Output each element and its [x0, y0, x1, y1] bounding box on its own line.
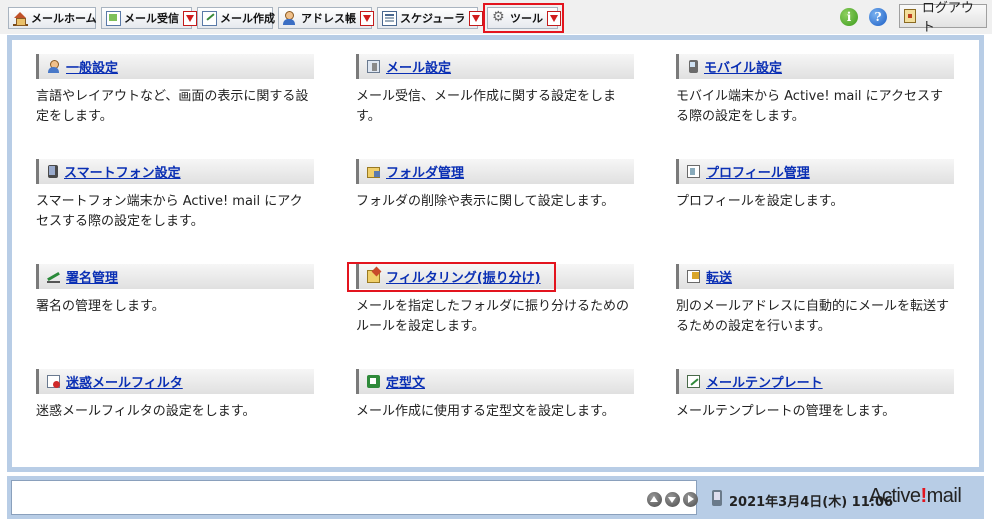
- tile-description: 迷惑メールフィルタの設定をします。: [36, 404, 256, 419]
- tools-highlight-frame: [483, 3, 564, 33]
- tile-header: 一般設定: [36, 54, 314, 79]
- tile-header: メールテンプレート: [676, 369, 954, 394]
- mail-compose-button[interactable]: メール作成: [197, 7, 275, 29]
- mail-template-link[interactable]: メールテンプレート: [706, 372, 823, 391]
- profile-icon: [687, 165, 700, 178]
- mobile-settings-link[interactable]: モバイル設定: [704, 57, 782, 76]
- tile-smartphone-settings: スマートフォン設定 スマートフォン端末から Active! mail にアクセス…: [36, 159, 314, 232]
- spam-filter-icon: [47, 375, 60, 388]
- address-book-dropdown-icon[interactable]: [360, 10, 374, 26]
- fixed-phrases-link[interactable]: 定型文: [386, 372, 425, 391]
- tile-header: プロフィール管理: [676, 159, 954, 184]
- tile-description: プロフィールを設定します。: [676, 194, 844, 209]
- tile-description: フォルダの削除や表示に関して設定します。: [356, 194, 615, 209]
- tile-description: 別のメールアドレスに自動的にメールを転送するための設定を行います。: [676, 299, 950, 334]
- tile-header: スマートフォン設定: [36, 159, 314, 184]
- mobile-icon: [689, 60, 698, 73]
- scroll-up-icon[interactable]: [647, 492, 662, 507]
- tile-description: メールテンプレートの管理をします。: [676, 404, 896, 419]
- tile-fixed-phrases: 定型文 メール作成に使用する定型文を設定します。: [356, 369, 634, 422]
- tile-header: 署名管理: [36, 264, 314, 289]
- mail-home-label: メールホーム: [31, 12, 97, 25]
- forwarding-link[interactable]: 転送: [706, 267, 732, 286]
- tile-header: 転送: [676, 264, 954, 289]
- smartphone-settings-link[interactable]: スマートフォン設定: [64, 162, 181, 181]
- tile-description: モバイル端末から Active! mail にアクセスする際の設定をします。: [676, 89, 944, 124]
- mail-template-icon: [687, 375, 700, 388]
- status-bar: 2021年3月4日(木) 11:06 Active!mail: [7, 476, 984, 519]
- logout-button[interactable]: ログアウト: [899, 1, 987, 35]
- mail-settings-link[interactable]: メール設定: [386, 57, 451, 76]
- mail-receive-button[interactable]: メール受信: [101, 7, 197, 29]
- logout-label: ログアウト: [921, 1, 974, 35]
- profile-management-link[interactable]: プロフィール管理: [706, 162, 810, 181]
- person-icon: [47, 60, 60, 73]
- tile-header: モバイル設定: [676, 54, 954, 79]
- tile-mail-settings: メール設定 メール受信、メール作成に関する設定をします。: [356, 54, 634, 127]
- tile-description: メール作成に使用する定型文を設定します。: [356, 404, 615, 419]
- address-book-button[interactable]: アドレス帳: [278, 7, 374, 29]
- folder-management-link[interactable]: フォルダ管理: [386, 162, 464, 181]
- scroll-down-icon[interactable]: [665, 492, 680, 507]
- tile-mail-template: メールテンプレート メールテンプレートの管理をします。: [676, 369, 954, 422]
- status-bar-inner: 2021年3月4日(木) 11:06 Active!mail: [11, 480, 980, 515]
- tile-header: 迷惑メールフィルタ: [36, 369, 314, 394]
- filtering-highlight-frame: [347, 262, 556, 292]
- toolbar: メールホーム メール受信 メール作成 アドレス帳 スケジューラ ツール i ? …: [0, 0, 992, 35]
- mail-receive-icon: [106, 10, 121, 26]
- tile-header: 定型文: [356, 369, 634, 394]
- general-settings-link[interactable]: 一般設定: [66, 57, 118, 76]
- home-icon: [13, 11, 28, 26]
- logout-icon: [904, 9, 916, 23]
- tile-description: スマートフォン端末から Active! mail にアクセスする際の設定をします…: [36, 194, 303, 229]
- tile-description: 言語やレイアウトなど、画面の表示に関する設定をします。: [36, 89, 309, 124]
- smartphone-icon: [48, 165, 58, 178]
- tile-description: 署名の管理をします。: [36, 299, 165, 314]
- tile-profile-management: プロフィール管理 プロフィールを設定します。: [676, 159, 954, 212]
- message-area: [11, 480, 698, 515]
- mail-home-button[interactable]: メールホーム: [8, 7, 97, 29]
- tools-panel: 一般設定 言語やレイアウトなど、画面の表示に関する設定をします。 メール設定 メ…: [7, 35, 984, 472]
- scheduler-icon: [382, 10, 397, 26]
- address-book-icon: [283, 10, 298, 26]
- tile-signature-management: 署名管理 署名の管理をします。: [36, 264, 314, 317]
- address-book-label: アドレス帳: [301, 12, 356, 25]
- mail-compose-icon: [202, 10, 217, 26]
- active-mail-logo: Active!mail: [869, 485, 962, 507]
- scheduler-label: スケジューラ: [400, 12, 466, 25]
- tile-folder-management: フォルダ管理 フォルダの削除や表示に関して設定します。: [356, 159, 634, 212]
- tools-grid: 一般設定 言語やレイアウトなど、画面の表示に関する設定をします。 メール設定 メ…: [12, 40, 979, 467]
- tile-general-settings: 一般設定 言語やレイアウトなど、画面の表示に関する設定をします。: [36, 54, 314, 127]
- mail-receive-dropdown-icon[interactable]: [183, 10, 197, 26]
- tile-header: メール設定: [356, 54, 634, 79]
- tile-header: フォルダ管理: [356, 159, 634, 184]
- forward-icon: [687, 270, 700, 283]
- mail-compose-label: メール作成: [220, 12, 275, 25]
- help-icon[interactable]: ?: [869, 8, 887, 26]
- folder-icon: [367, 167, 380, 178]
- scroll-next-icon[interactable]: [683, 492, 698, 507]
- scheduler-button[interactable]: スケジューラ: [377, 7, 484, 29]
- tile-description: メール受信、メール作成に関する設定をします。: [356, 89, 617, 124]
- spam-filter-link[interactable]: 迷惑メールフィルタ: [66, 372, 183, 391]
- fixed-phrase-icon: [367, 375, 380, 388]
- tile-spam-filter: 迷惑メールフィルタ 迷惑メールフィルタの設定をします。: [36, 369, 314, 422]
- tile-description: メールを指定したフォルダに振り分けるためのルールを設定します。: [356, 299, 630, 334]
- mobile-clock-icon: [712, 490, 722, 506]
- signature-management-link[interactable]: 署名管理: [66, 267, 118, 286]
- info-icon[interactable]: i: [840, 8, 858, 26]
- tile-forwarding: 転送 別のメールアドレスに自動的にメールを転送するための設定を行います。: [676, 264, 954, 337]
- tile-mobile-settings: モバイル設定 モバイル端末から Active! mail にアクセスする際の設定…: [676, 54, 954, 127]
- mail-settings-icon: [367, 60, 380, 73]
- signature-icon: [47, 270, 60, 283]
- mail-receive-label: メール受信: [124, 12, 179, 25]
- scheduler-dropdown-icon[interactable]: [469, 10, 484, 26]
